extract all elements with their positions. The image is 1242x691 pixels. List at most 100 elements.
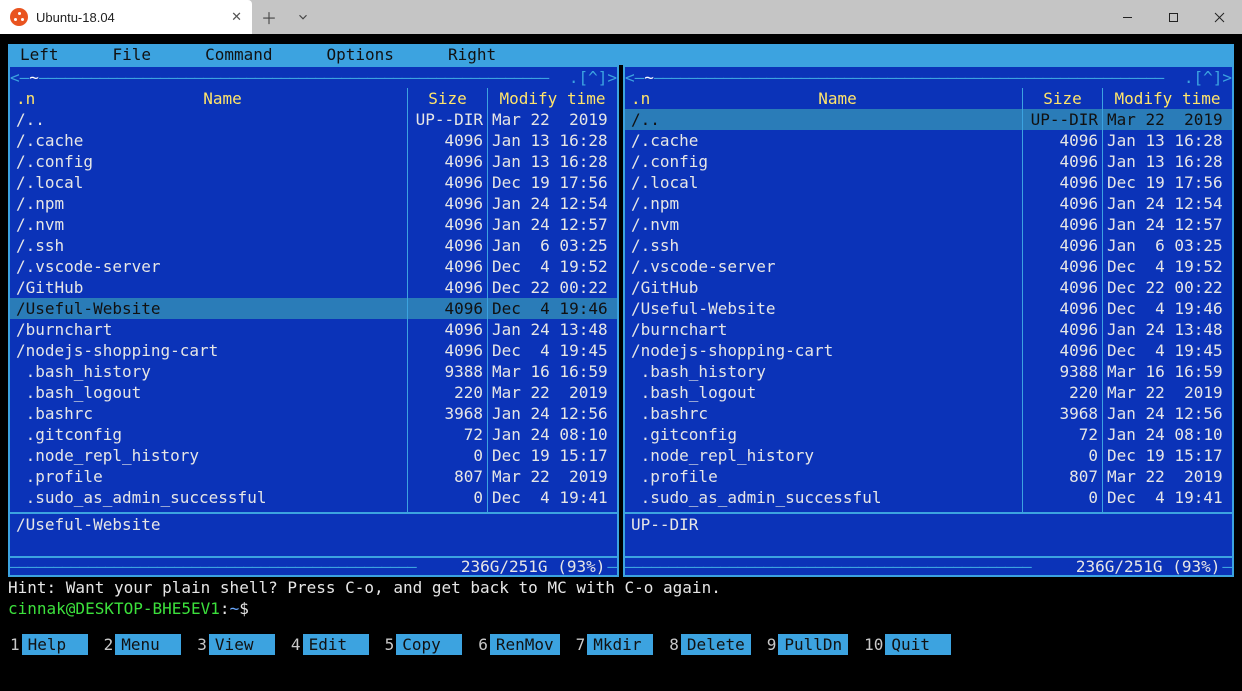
file-mtime-cell: Mar 22 2019 [1102,466,1232,487]
fnkey-menu[interactable]: 2Menu [102,634,182,655]
fnkey-renmov[interactable]: 6RenMov [476,634,559,655]
file-row[interactable]: /.nvm4096Jan 24 12:57 [625,214,1232,235]
fnkey-copy[interactable]: 5Copy [383,634,463,655]
panel-caret-icon: .[^]> [569,67,617,88]
file-row[interactable]: /.vscode-server4096Dec 4 19:52 [10,256,617,277]
file-mtime-cell: Mar 22 2019 [487,466,617,487]
file-row[interactable]: .bash_logout220Mar 22 2019 [625,382,1232,403]
file-size-cell: 4096 [407,277,487,298]
file-name-cell: /.vscode-server [625,256,1022,277]
file-name-cell: /burnchart [10,319,407,340]
file-mtime-cell: Dec 4 19:41 [487,487,617,508]
file-name-cell: /.local [10,172,407,193]
menu-left[interactable]: Left [20,44,59,65]
file-row[interactable]: .gitconfig72Jan 24 08:10 [625,424,1232,445]
menu-right[interactable]: Right [448,44,496,65]
file-mtime-cell: Dec 4 19:46 [1102,298,1232,319]
file-mtime-cell: Mar 16 16:59 [1102,361,1232,382]
fnkey-mkdir[interactable]: 7Mkdir [574,634,654,655]
col-size[interactable]: Size [1022,88,1102,109]
close-tab-button[interactable]: ✕ [231,9,242,25]
file-row[interactable]: /burnchart4096Jan 24 13:48 [625,319,1232,340]
file-row[interactable]: /.npm4096Jan 24 12:54 [625,193,1232,214]
menu-options[interactable]: Options [327,44,394,65]
file-row[interactable]: .bash_history9388Mar 16 16:59 [10,361,617,382]
file-name-cell: /Useful-Website [625,298,1022,319]
col-name[interactable]: Name [42,88,403,109]
file-row[interactable]: /.config4096Jan 13 16:28 [625,151,1232,172]
right-file-list[interactable]: /..UP--DIRMar 22 2019/.cache4096Jan 13 1… [625,109,1232,512]
window-minimize-button[interactable] [1104,0,1150,34]
file-row[interactable]: .node_repl_history0Dec 19 15:17 [10,445,617,466]
file-row[interactable]: /Useful-Website4096Dec 4 19:46 [625,298,1232,319]
col-n: .n [16,88,42,109]
file-name-cell: .bash_logout [625,382,1022,403]
file-mtime-cell: Dec 19 17:56 [1102,172,1232,193]
file-row[interactable]: /.nvm4096Jan 24 12:57 [10,214,617,235]
file-size-cell: 220 [407,382,487,403]
file-row[interactable]: /nodejs-shopping-cart4096Dec 4 19:45 [10,340,617,361]
file-row[interactable]: .bashrc3968Jan 24 12:56 [10,403,617,424]
file-row[interactable]: /.local4096Dec 19 17:56 [625,172,1232,193]
panel-arrow-left: <— [625,67,644,88]
file-row[interactable]: /.config4096Jan 13 16:28 [10,151,617,172]
file-row[interactable]: .sudo_as_admin_successful0Dec 4 19:41 [625,487,1232,508]
prompt-sigil: $ [239,599,249,618]
minimize-icon [1122,12,1133,23]
file-mtime-cell: Dec 22 00:22 [487,277,617,298]
file-row[interactable]: /.vscode-server4096Dec 4 19:52 [625,256,1232,277]
menu-command[interactable]: Command [205,44,272,65]
file-row[interactable]: .node_repl_history0Dec 19 15:17 [625,445,1232,466]
file-row[interactable]: /GitHub4096Dec 22 00:22 [625,277,1232,298]
file-row[interactable]: .profile807Mar 22 2019 [625,466,1232,487]
file-row[interactable]: /Useful-Website4096Dec 4 19:46 [10,298,617,319]
fnkey-edit[interactable]: 4Edit [289,634,369,655]
file-row[interactable]: /.local4096Dec 19 17:56 [10,172,617,193]
file-name-cell: /.nvm [10,214,407,235]
file-row[interactable]: /.cache4096Jan 13 16:28 [625,130,1232,151]
file-row[interactable]: .bashrc3968Jan 24 12:56 [625,403,1232,424]
terminal-tab[interactable]: Ubuntu-18.04 ✕ [0,0,252,34]
file-row[interactable]: .gitconfig72Jan 24 08:10 [10,424,617,445]
file-row[interactable]: .sudo_as_admin_successful0Dec 4 19:41 [10,487,617,508]
file-row[interactable]: /.npm4096Jan 24 12:54 [10,193,617,214]
file-row[interactable]: .bash_logout220Mar 22 2019 [10,382,617,403]
file-size-cell: 4096 [407,298,487,319]
file-row[interactable]: /GitHub4096Dec 22 00:22 [10,277,617,298]
window-maximize-button[interactable] [1150,0,1196,34]
file-row[interactable]: /.ssh4096Jan 6 03:25 [10,235,617,256]
fnkey-help[interactable]: 1Help [8,634,88,655]
tab-dropdown-button[interactable] [286,0,320,34]
file-row[interactable]: .bash_history9388Mar 16 16:59 [625,361,1232,382]
shell-prompt[interactable]: cinnak@DESKTOP-BHE5EV1:~$ [8,598,1234,619]
file-row[interactable]: .profile807Mar 22 2019 [10,466,617,487]
file-row[interactable]: /..UP--DIRMar 22 2019 [10,109,617,130]
new-tab-button[interactable]: ＋ [252,0,286,34]
file-row[interactable]: /nodejs-shopping-cart4096Dec 4 19:45 [625,340,1232,361]
left-file-list[interactable]: /..UP--DIRMar 22 2019/.cache4096Jan 13 1… [10,109,617,512]
menu-file[interactable]: File [113,44,152,65]
fnkey-pulldn[interactable]: 9PullDn [765,634,848,655]
file-name-cell: /.nvm [625,214,1022,235]
file-row[interactable]: /.cache4096Jan 13 16:28 [10,130,617,151]
file-mtime-cell: Jan 24 12:57 [487,214,617,235]
file-row[interactable]: /.ssh4096Jan 6 03:25 [625,235,1232,256]
fnkey-label: Mkdir [587,634,653,655]
col-mtime[interactable]: Modify time [1102,88,1232,109]
window-close-button[interactable] [1196,0,1242,34]
fnkey-delete[interactable]: 8Delete [667,634,750,655]
fnkey-quit[interactable]: 10Quit [862,634,951,655]
file-row[interactable]: /..UP--DIRMar 22 2019 [625,109,1232,130]
col-name[interactable]: Name [657,88,1018,109]
fnkey-number: 10 [862,634,885,655]
col-size[interactable]: Size [407,88,487,109]
file-size-cell: 4096 [407,130,487,151]
right-panel: <— ~ ———————————————————————————————————… [623,65,1234,577]
fnkey-view[interactable]: 3View [195,634,275,655]
file-size-cell: 9388 [1022,361,1102,382]
fnkey-label: PullDn [778,634,848,655]
file-row[interactable]: /burnchart4096Jan 24 13:48 [10,319,617,340]
col-mtime[interactable]: Modify time [487,88,617,109]
file-size-cell: 0 [1022,487,1102,508]
file-name-cell: /.npm [625,193,1022,214]
